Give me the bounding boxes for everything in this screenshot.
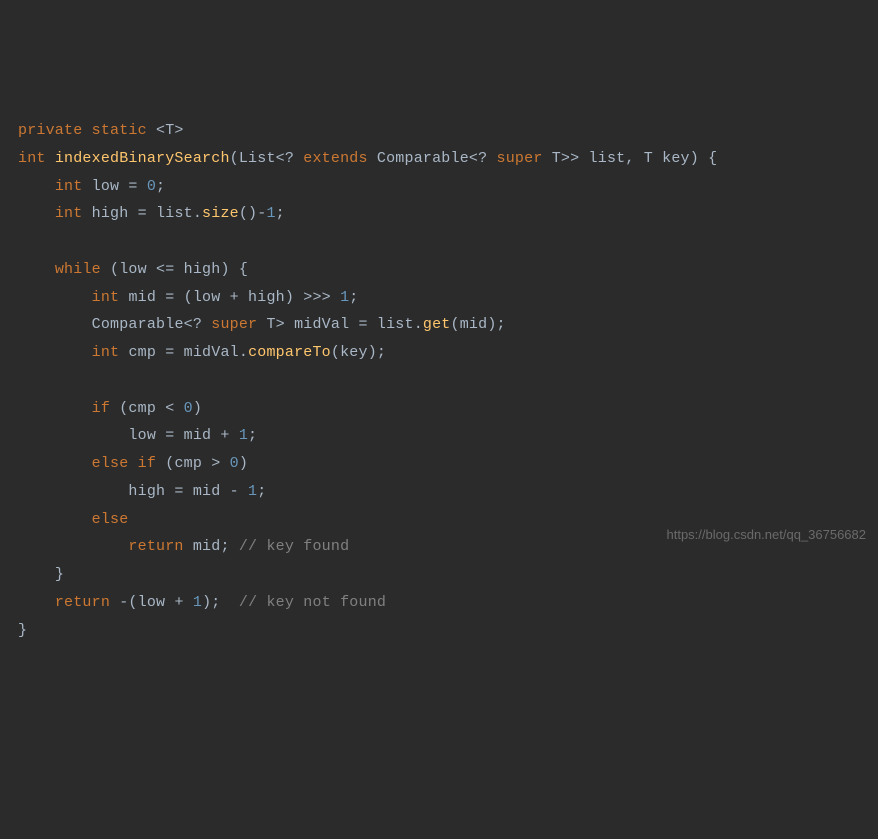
code-line: } xyxy=(18,566,64,583)
code-text: mid; xyxy=(193,538,239,555)
code-line: } xyxy=(18,622,27,639)
keyword: super xyxy=(497,150,552,167)
method-name: indexedBinarySearch xyxy=(55,150,230,167)
code-text: (cmp > xyxy=(165,455,229,472)
keyword: int xyxy=(92,344,129,361)
code-text: ; xyxy=(257,483,266,500)
indent xyxy=(18,178,55,195)
code-text: ; xyxy=(276,205,285,222)
code-text: ; xyxy=(349,289,358,306)
code-line: int mid = (low + high) >>> 1; xyxy=(18,289,358,306)
code-text: low = mid + xyxy=(128,427,238,444)
code-text: cmp = midVal. xyxy=(128,344,248,361)
indent xyxy=(18,289,92,306)
code-text: low = xyxy=(92,178,147,195)
code-text: (low <= high) { xyxy=(110,261,248,278)
watermark-text: https://blog.csdn.net/qq_36756682 xyxy=(667,523,867,547)
keyword: else xyxy=(92,511,129,528)
keyword: while xyxy=(55,261,110,278)
number-literal: 1 xyxy=(248,483,257,500)
code-text: T> midVal = list. xyxy=(266,316,422,333)
code-text: mid = (low + high) >>> xyxy=(128,289,340,306)
code-text: Comparable<? xyxy=(92,316,212,333)
keyword: int xyxy=(18,150,55,167)
number-literal: 0 xyxy=(184,400,193,417)
code-text: (mid); xyxy=(451,316,506,333)
code-editor[interactable]: private static <T> int indexedBinarySear… xyxy=(18,117,860,644)
code-line: int high = list.size()-1; xyxy=(18,205,285,222)
code-text: } xyxy=(55,566,64,583)
comment: // key found xyxy=(239,538,349,555)
method-call: compareTo xyxy=(248,344,331,361)
indent xyxy=(18,538,128,555)
code-text: Comparable<? xyxy=(377,150,497,167)
keyword: int xyxy=(92,289,129,306)
code-line: if (cmp < 0) xyxy=(18,400,202,417)
keyword: int xyxy=(55,205,92,222)
indent xyxy=(18,427,128,444)
code-text: ()- xyxy=(239,205,267,222)
indent xyxy=(18,316,92,333)
code-text: (cmp < xyxy=(119,400,183,417)
number-literal: 0 xyxy=(147,178,156,195)
number-literal: 1 xyxy=(193,594,202,611)
code-text: ); xyxy=(202,594,239,611)
code-line: Comparable<? super T> midVal = list.get(… xyxy=(18,316,506,333)
indent xyxy=(18,400,92,417)
keyword: int xyxy=(55,178,92,195)
code-text: } xyxy=(18,622,27,639)
keyword: super xyxy=(211,316,266,333)
indent xyxy=(18,455,92,472)
code-line: else if (cmp > 0) xyxy=(18,455,248,472)
code-text: ) xyxy=(239,455,248,472)
indent xyxy=(18,205,55,222)
code-line: int cmp = midVal.compareTo(key); xyxy=(18,344,386,361)
keyword: extends xyxy=(303,150,377,167)
indent xyxy=(18,261,55,278)
code-line: private static <T> xyxy=(18,122,184,139)
code-line: while (low <= high) { xyxy=(18,261,248,278)
keyword: if xyxy=(92,400,120,417)
number-literal: 1 xyxy=(266,205,275,222)
indent xyxy=(18,344,92,361)
code-text: T>> list, T key) { xyxy=(552,150,718,167)
number-literal: 1 xyxy=(239,427,248,444)
code-text: -(low + xyxy=(119,594,193,611)
code-text: (List<? xyxy=(230,150,304,167)
code-line: low = mid + 1; xyxy=(18,427,257,444)
code-line: int indexedBinarySearch(List<? extends C… xyxy=(18,150,717,167)
code-text: ) xyxy=(193,400,202,417)
code-text: ; xyxy=(156,178,165,195)
keyword: return xyxy=(128,538,192,555)
code-text: high = list. xyxy=(92,205,202,222)
method-call: size xyxy=(202,205,239,222)
code-text: ; xyxy=(248,427,257,444)
code-line: return -(low + 1); // key not found xyxy=(18,594,386,611)
number-literal: 0 xyxy=(230,455,239,472)
code-text: high = mid - xyxy=(128,483,248,500)
code-text: (key); xyxy=(331,344,386,361)
indent xyxy=(18,594,55,611)
method-call: get xyxy=(423,316,451,333)
code-line: int low = 0; xyxy=(18,178,165,195)
comment: // key not found xyxy=(239,594,386,611)
code-line: return mid; // key found xyxy=(18,538,349,555)
keyword: return xyxy=(55,594,119,611)
indent xyxy=(18,566,55,583)
indent xyxy=(18,483,128,500)
code-line: high = mid - 1; xyxy=(18,483,266,500)
code-line: else xyxy=(18,511,128,528)
keyword: private static xyxy=(18,122,156,139)
indent xyxy=(18,511,92,528)
generic-param: <T> xyxy=(156,122,184,139)
keyword: else if xyxy=(92,455,166,472)
number-literal: 1 xyxy=(340,289,349,306)
